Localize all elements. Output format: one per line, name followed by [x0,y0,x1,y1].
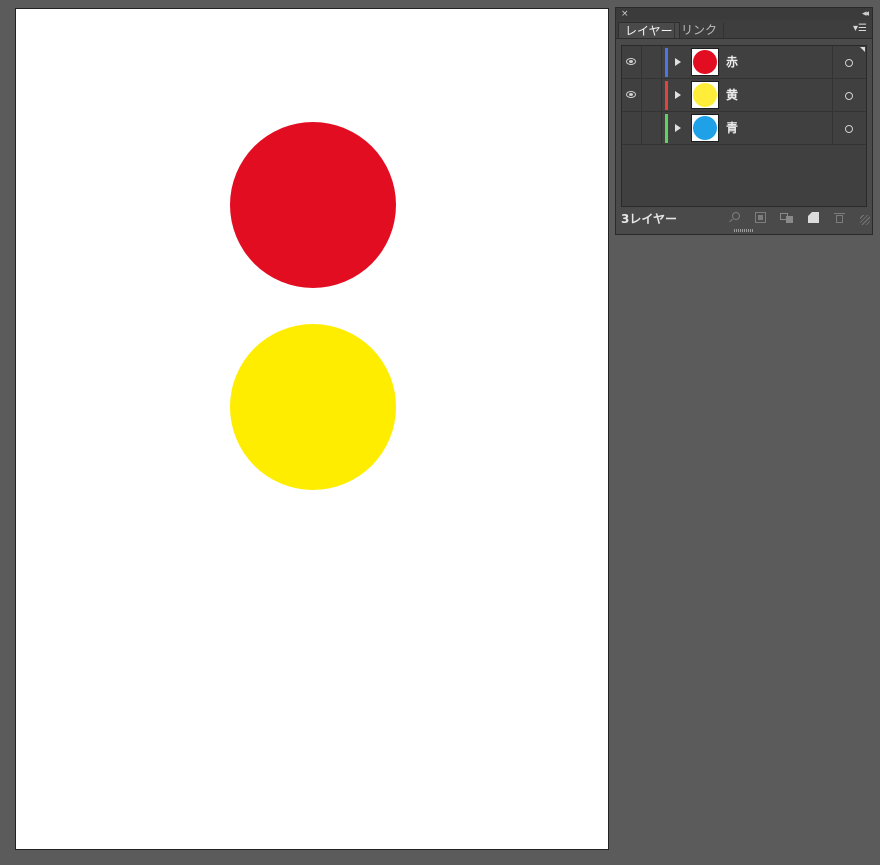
layer-list: 赤 黄 青 [621,45,867,207]
target-cell[interactable] [832,79,866,111]
layer-name[interactable]: 赤 [726,54,738,70]
layer-name[interactable]: 黄 [726,87,738,103]
target-circle-icon[interactable] [845,125,853,133]
new-layer-icon[interactable] [808,212,819,223]
layer-name[interactable]: 青 [726,120,738,136]
lock-toggle[interactable] [642,112,662,144]
panel-footer: 3レイヤー [616,209,872,227]
trash-icon[interactable] [834,212,845,223]
eye-icon[interactable] [626,91,636,98]
layers-panel: × ◂◂ レイヤー リンク ▾☰ 赤 黄 青 3レイヤー [615,7,873,235]
layer-color-bar [665,114,668,143]
layer-row[interactable]: 青 [622,112,866,145]
visibility-toggle[interactable] [622,46,642,78]
panel-menu-icon[interactable]: ▾☰ [853,23,867,34]
tab-layers[interactable]: レイヤー [618,22,680,38]
layer-thumbnail [691,81,719,109]
artboard[interactable] [15,8,609,850]
visibility-toggle[interactable] [622,112,642,144]
expand-arrow-icon[interactable] [675,58,681,66]
expand-arrow-icon[interactable] [675,91,681,99]
tab-links[interactable]: リンク [674,22,725,38]
eye-icon[interactable] [626,58,636,65]
expand-arrow-icon[interactable] [675,124,681,132]
layer-row[interactable]: 赤 [622,46,866,79]
panel-title-bar[interactable]: × ◂◂ [616,8,872,20]
resize-grip-icon[interactable] [860,215,870,225]
search-icon[interactable] [729,212,740,223]
target-circle-icon[interactable] [845,59,853,67]
thumbnail-circle [693,50,717,74]
target-cell[interactable] [832,46,866,78]
layer-row[interactable]: 黄 [622,79,866,112]
layer-thumbnail [691,114,719,142]
collapse-icon[interactable]: ◂◂ [862,8,869,20]
thumbnail-circle [693,83,717,107]
layer-thumbnail [691,48,719,76]
yellow-circle[interactable] [230,324,396,490]
panel-drag-handle[interactable] [734,229,754,232]
target-cell[interactable] [832,112,866,144]
layer-count: 3レイヤー [621,212,677,226]
thumbnail-circle [693,116,717,140]
close-icon[interactable]: × [621,8,629,20]
panel-tab-bar: レイヤー リンク ▾☰ [616,20,872,39]
red-circle[interactable] [230,122,396,288]
clipping-mask-icon[interactable] [755,212,766,223]
lock-toggle[interactable] [642,46,662,78]
lock-toggle[interactable] [642,79,662,111]
target-circle-icon[interactable] [845,92,853,100]
new-sublayer-icon[interactable] [780,212,794,223]
layer-color-bar [665,81,668,110]
visibility-toggle[interactable] [622,79,642,111]
layer-color-bar [665,48,668,77]
